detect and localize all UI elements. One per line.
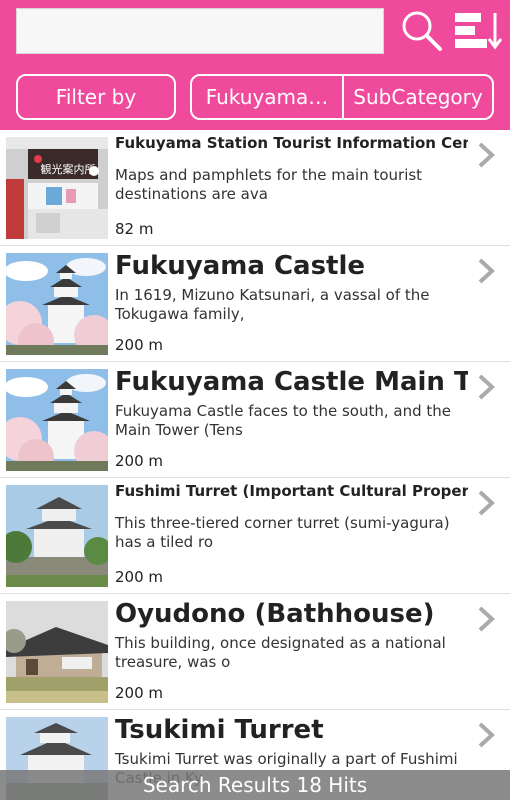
list-item[interactable]: Oyudono (Bathhouse) This building, once …	[0, 594, 510, 710]
item-description: Fukuyama Castle faces to the south, and …	[115, 402, 451, 439]
item-distance: 200 m	[115, 452, 164, 470]
thumbnail-image: 観光案内所	[6, 137, 108, 239]
chevron-right-icon	[478, 374, 495, 400]
list-item[interactable]: Fukuyama Castle In 1619, Mizuno Katsunar…	[0, 246, 510, 362]
item-title: Oyudono (Bathhouse)	[115, 599, 435, 629]
item-description: This three-tiered corner turret (sumi-ya…	[115, 514, 450, 551]
item-title: Fukuyama Castle Main Tower	[115, 367, 468, 397]
item-distance: 200 m	[115, 336, 164, 354]
chevron-right-icon	[478, 606, 495, 632]
search-icon	[402, 11, 442, 51]
filter-by-button[interactable]: Filter by	[16, 74, 176, 120]
item-title: Tsukimi Turret	[115, 715, 324, 745]
sign-text: 観光案内所	[41, 162, 96, 176]
chevron-right-icon	[478, 142, 495, 168]
item-title: Fukuyama Castle	[115, 251, 366, 281]
sort-icon	[455, 13, 503, 50]
chevron-right-icon	[478, 722, 495, 748]
category-filter-button[interactable]: Fukuyama…	[190, 74, 344, 120]
results-list: 観光案内所 Fukuyama Station Tourist Informati…	[0, 130, 510, 800]
item-distance: 200 m	[115, 568, 164, 586]
thumbnail-image	[6, 369, 108, 471]
sort-button[interactable]	[452, 8, 504, 54]
chevron-right-icon	[478, 490, 495, 516]
item-title: Fushimi Turret (Important Cultural Prope…	[115, 482, 468, 500]
thumbnail-image	[6, 601, 108, 703]
search-button[interactable]	[398, 8, 446, 54]
chevron-right-icon	[478, 258, 495, 284]
list-item[interactable]: 観光案内所 Fukuyama Station Tourist Informati…	[0, 130, 510, 246]
thumbnail-image	[6, 485, 108, 587]
list-item[interactable]: Fukuyama Castle Main Tower Fukuyama Cast…	[0, 362, 510, 478]
item-title: Fukuyama Station Tourist Information Cen…	[115, 134, 468, 152]
search-results-status: Search Results 18 Hits	[0, 770, 510, 800]
subcategory-filter-button[interactable]: SubCategory	[342, 74, 494, 120]
header-bar: Filter by Fukuyama… SubCategory	[0, 0, 510, 130]
item-description: In 1619, Mizuno Katsunari, a vassal of t…	[115, 286, 430, 323]
item-description: Maps and pamphlets for the main tourist …	[115, 166, 423, 203]
item-distance: 82 m	[115, 220, 154, 238]
item-description: This building, once designated as a nati…	[115, 634, 446, 671]
thumbnail-image	[6, 253, 108, 355]
item-distance: 200 m	[115, 684, 164, 702]
search-input[interactable]	[16, 8, 384, 54]
list-item[interactable]: Fushimi Turret (Important Cultural Prope…	[0, 478, 510, 594]
